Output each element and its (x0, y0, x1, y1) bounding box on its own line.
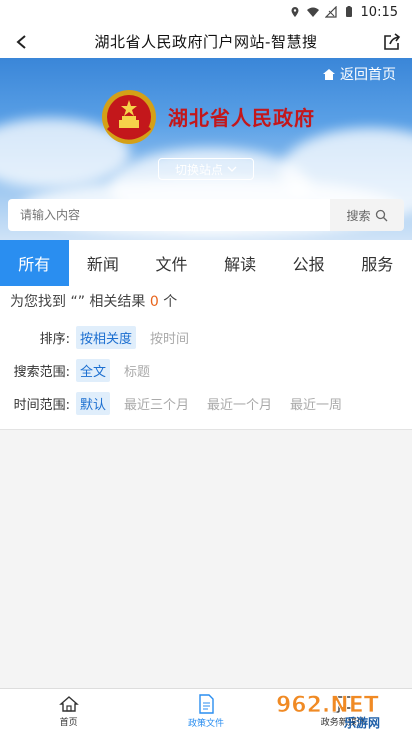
status-bar: 10:15 (0, 0, 412, 24)
result-suffix: 个 (163, 294, 178, 310)
site-watermark: 962.NET 乐游网 (276, 693, 380, 730)
tab-services[interactable]: 服务 (343, 240, 412, 286)
back-button[interactable] (10, 30, 34, 54)
home-icon (58, 696, 79, 712)
search-icon (375, 209, 387, 221)
nav-home[interactable]: 首页 (19, 689, 119, 734)
search-button-label: 搜索 (346, 208, 371, 223)
signal-icon (324, 6, 337, 18)
nav-policy-documents[interactable]: 政策文件 (156, 689, 256, 734)
sort-option-time[interactable]: 按时间 (146, 326, 193, 349)
title-bar: 湖北省人民政府门户网站-智慧搜 (0, 24, 412, 58)
time-option-1month[interactable]: 最近一个月 (203, 392, 276, 415)
return-home-link[interactable]: 返回首页 (322, 64, 396, 84)
nav-policy-label: 政策文件 (187, 719, 224, 729)
document-icon (199, 694, 214, 714)
chevron-left-icon (16, 35, 26, 49)
sort-label: 排序: (39, 332, 70, 347)
watermark-text: 962.NET (276, 693, 379, 718)
search-button[interactable]: 搜索 (330, 199, 404, 231)
nav-home-label: 首页 (59, 718, 78, 728)
sort-filter-row: 排序: 按相关度 按时间 (0, 326, 203, 349)
scope-filter-row: 搜索范围: 全文 标题 (0, 359, 164, 382)
scope-option-title[interactable]: 标题 (120, 359, 154, 382)
result-prefix: 为您找到 “” 相关结果 (10, 294, 146, 310)
location-icon (291, 7, 299, 17)
time-label: 时间范围: (13, 398, 70, 413)
government-name: 湖北省人民政府 (168, 106, 315, 130)
search-bar: 搜索 (8, 199, 404, 231)
tab-documents[interactable]: 文件 (137, 240, 206, 286)
chevron-down-icon (227, 166, 237, 172)
switch-site-label: 切换站点 (174, 162, 223, 177)
page-title: 湖北省人民政府门户网站-智慧搜 (94, 32, 318, 51)
time-option-default[interactable]: 默认 (76, 392, 111, 415)
results-area (0, 430, 412, 688)
tab-news[interactable]: 新闻 (69, 240, 138, 286)
time-filter-row: 时间范围: 默认 最近三个月 最近一个月 最近一周 (0, 392, 356, 415)
sort-option-relevance[interactable]: 按相关度 (76, 326, 137, 349)
wifi-icon (306, 7, 319, 17)
tab-gazette[interactable]: 公报 (274, 240, 343, 286)
search-input[interactable] (8, 199, 330, 231)
home-icon (323, 68, 335, 80)
scope-label: 搜索范围: (13, 365, 70, 380)
time-option-1week[interactable]: 最近一周 (286, 392, 346, 415)
scope-option-fulltext[interactable]: 全文 (76, 359, 111, 382)
category-tabs: 所有 新闻 文件 解读 公报 服务 (0, 240, 412, 286)
national-emblem-icon (102, 90, 156, 144)
result-count: 0 (149, 294, 159, 310)
status-time: 10:15 (360, 4, 398, 20)
result-summary: 为您找到 “” 相关结果 0 个 (10, 291, 177, 311)
banner: 返回首页 湖北省人民政府 切换站点 搜索 (0, 58, 412, 240)
switch-site-button[interactable]: 切换站点 (158, 158, 254, 180)
battery-icon (345, 6, 352, 17)
share-button[interactable] (380, 30, 404, 54)
tab-interpretation[interactable]: 解读 (206, 240, 275, 286)
time-option-3months[interactable]: 最近三个月 (120, 392, 193, 415)
share-icon (384, 33, 401, 50)
tab-all[interactable]: 所有 (0, 240, 69, 286)
return-home-label: 返回首页 (340, 67, 396, 83)
watermark-sub: 乐游网 (344, 715, 380, 730)
